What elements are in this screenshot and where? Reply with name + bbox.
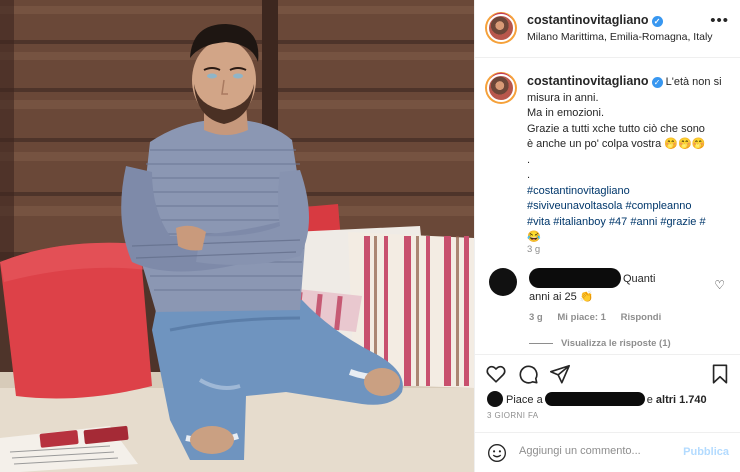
comment-reply-button[interactable]: Rispondi: [621, 312, 662, 323]
caption-timestamp[interactable]: 3 g: [527, 244, 540, 255]
caption-line: è anche un po' colpa vostra 🤭🤭🤭: [527, 138, 706, 150]
post-photo[interactable]: [0, 0, 474, 472]
caption-username[interactable]: costantinovitagliano: [527, 74, 649, 88]
post-image: [0, 0, 474, 472]
comment-meta: 3 g Mi piace: 1 Rispondi: [529, 312, 673, 323]
hashtag-link[interactable]: #vita #italianboy #47 #anni #grazie #: [527, 216, 706, 228]
save-bookmark-icon[interactable]: [709, 363, 731, 385]
post-location[interactable]: Milano Marittima, Emilia-Romagna, Italy: [527, 31, 713, 43]
post-caption: costantinovitagliano ✓ L'età non si misur…: [475, 58, 740, 255]
comment-text: Quanti: [623, 273, 656, 285]
author-avatar[interactable]: [485, 12, 517, 44]
post-header: costantinovitagliano ✓ Milano Marittima, …: [475, 0, 740, 58]
comment-like-heart-icon[interactable]: ♡: [714, 278, 725, 292]
caption-emoji: 😂: [527, 231, 541, 243]
verified-badge-icon: ✓: [651, 77, 663, 88]
add-comment-bar: Pubblica: [475, 432, 740, 472]
caption-line: misura in anni.: [527, 91, 599, 104]
caption-line: .: [527, 153, 531, 166]
caption-line: Grazie a tutti xche tutto ciò che sono: [527, 122, 705, 135]
author-username[interactable]: costantinovitagliano ✓: [527, 13, 663, 27]
likes-summary: Piace a e altri 1.740: [487, 391, 707, 407]
view-replies-button[interactable]: Visualizza le risposte (1): [529, 338, 671, 349]
caption-line: .: [527, 169, 531, 181]
verified-badge-icon: ✓: [651, 16, 663, 27]
instagram-post: costantinovitagliano ✓ Milano Marittima, …: [0, 0, 740, 472]
likes-prefix: Piace a: [506, 394, 543, 406]
comment-item: Quanti anni ai 25 👏 ♡ 3 g Mi piace: 1 Ri…: [475, 264, 740, 354]
hashtag-link[interactable]: #costantinovitagliano: [527, 185, 630, 197]
comment-timestamp[interactable]: 3 g: [529, 312, 543, 323]
caption-line: L'età non si: [665, 76, 722, 88]
share-paper-plane-icon[interactable]: [549, 363, 571, 385]
hashtags-line: #vita #italianboy #47 #anni #grazie #: [527, 215, 733, 231]
caption-author-avatar[interactable]: [485, 72, 517, 104]
hashtags-line: #siviveunavoltasola #compleanno: [527, 199, 733, 215]
post-sidebar: costantinovitagliano ✓ Milano Marittima, …: [474, 0, 740, 472]
caption-body: costantinovitagliano ✓ L'età non si misur…: [527, 74, 733, 246]
likes-others-link[interactable]: altri 1.740: [656, 394, 707, 406]
post-timestamp[interactable]: 3 GIORNI FA: [487, 411, 539, 420]
comment-likes-count[interactable]: Mi piace: 1: [557, 312, 606, 323]
commenter-avatar[interactable]: [489, 268, 517, 296]
like-heart-icon[interactable]: [485, 363, 507, 385]
likes-conjunction: e: [646, 394, 653, 406]
hashtag-link[interactable]: #siviveunavoltasola #compleanno: [527, 200, 692, 212]
comment-bubble-icon[interactable]: [517, 363, 539, 385]
emoji-icon[interactable]: [487, 443, 507, 463]
liker-avatar[interactable]: [487, 391, 503, 407]
comment-text-continued: anni ai 25 👏: [529, 291, 594, 303]
author-username-text[interactable]: costantinovitagliano: [527, 13, 649, 27]
hashtags-line: #costantinovitagliano: [527, 184, 733, 200]
publish-button[interactable]: Pubblica: [683, 446, 729, 458]
more-options-icon[interactable]: •••: [710, 12, 729, 29]
redacted-liker-name: [544, 392, 645, 406]
redacted-username: [529, 268, 621, 288]
add-comment-input[interactable]: [519, 445, 669, 457]
post-actions: Piace a e altri 1.740 3 GIORNI FA: [475, 354, 740, 428]
caption-line: Ma in emozioni.: [527, 107, 605, 119]
